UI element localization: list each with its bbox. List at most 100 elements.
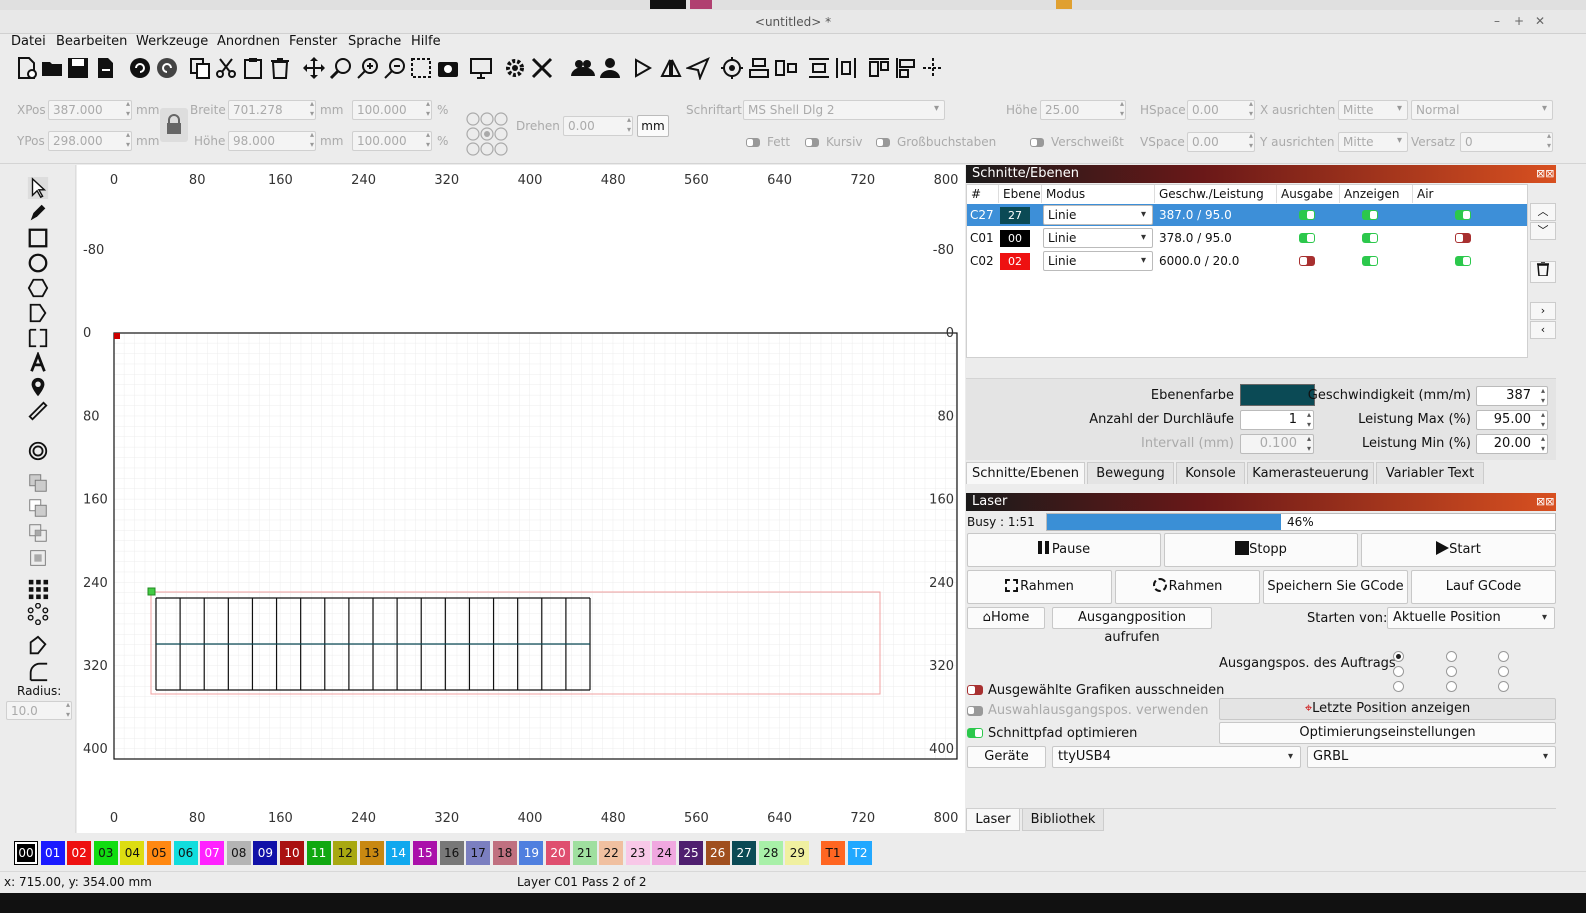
palette-swatch-21[interactable]: 21 xyxy=(572,841,597,865)
menu-werkzeuge[interactable]: Werkzeuge xyxy=(136,34,208,49)
palette-swatch-29[interactable]: 29 xyxy=(785,841,810,865)
ruler-icon[interactable] xyxy=(26,400,50,422)
tab-schnitte-ebenen[interactable]: Schnitte/Ebenen xyxy=(966,462,1085,484)
optimization-settings-button[interactable]: Optimierungseinstellungen xyxy=(1219,722,1556,744)
hexagon-icon[interactable] xyxy=(26,277,50,299)
palette-swatch-02[interactable]: 02 xyxy=(67,841,92,865)
tab-laser[interactable]: Laser xyxy=(966,809,1020,831)
rahmen-button[interactable]: Rahmen xyxy=(967,570,1112,604)
crosshair-icon[interactable] xyxy=(921,56,945,80)
align-center-icon[interactable] xyxy=(747,56,771,80)
fett-toggle[interactable] xyxy=(746,138,760,147)
layer-show-toggle[interactable] xyxy=(1362,210,1378,220)
tab-kamerasteuerung[interactable]: Kamerasteuerung xyxy=(1247,462,1374,484)
boolean-union-icon[interactable] xyxy=(26,472,50,494)
new-file-icon[interactable] xyxy=(14,56,38,80)
layer-color-badge[interactable]: 00 xyxy=(1000,230,1030,247)
tools-icon[interactable] xyxy=(530,56,554,80)
lmin-input[interactable]: 20.00 xyxy=(1476,434,1548,454)
camera-icon[interactable] xyxy=(436,56,460,80)
frame-icon[interactable] xyxy=(26,327,50,349)
text-tool-icon[interactable] xyxy=(26,352,50,374)
stopp-button[interactable]: Stopp xyxy=(1164,533,1358,567)
panel-float-close-icon[interactable]: ⊠⊠ xyxy=(1536,167,1554,180)
boolean-xor-icon[interactable] xyxy=(26,547,50,569)
polygon-icon[interactable] xyxy=(26,302,50,324)
durchlaeufe-input[interactable]: 1 xyxy=(1240,410,1314,430)
origin-radio-mr[interactable] xyxy=(1498,666,1509,677)
palette-swatch-22[interactable]: 22 xyxy=(599,841,624,865)
layer-down-button[interactable]: ﹀ xyxy=(1530,222,1556,240)
mirror-vertical-icon[interactable] xyxy=(659,56,683,80)
intervall-input[interactable]: 0.100 xyxy=(1240,434,1314,454)
palette-swatch-08[interactable]: 08 xyxy=(226,841,251,865)
tab-bewegung[interactable]: Bewegung xyxy=(1087,462,1174,484)
hspace-input[interactable]: 0.00 xyxy=(1187,99,1255,120)
origin-radio-tc[interactable] xyxy=(1446,651,1457,662)
open-folder-icon[interactable] xyxy=(40,56,64,80)
redo-icon[interactable] xyxy=(155,56,179,80)
menu-bearbeiten[interactable]: Bearbeiten xyxy=(56,34,127,49)
layer-output-toggle[interactable] xyxy=(1299,233,1315,243)
radius-input[interactable]: 10.0 xyxy=(6,700,72,720)
palette-swatch-11[interactable]: 11 xyxy=(306,841,331,865)
palette-swatch-26[interactable]: 26 xyxy=(705,841,730,865)
palette-swatch-07[interactable]: 07 xyxy=(200,841,225,865)
palette-swatch-01[interactable]: 01 xyxy=(40,841,65,865)
corner-radius-icon[interactable] xyxy=(26,660,50,682)
layer-delete-button[interactable] xyxy=(1530,261,1556,283)
palette-swatch-25[interactable]: 25 xyxy=(679,841,703,865)
palette-swatch-23[interactable]: 23 xyxy=(625,841,650,865)
menu-fenster[interactable]: Fenster xyxy=(289,34,337,49)
users-icon[interactable] xyxy=(571,56,595,80)
boolean-diff-icon[interactable] xyxy=(26,497,50,519)
layer-mode-combo[interactable]: Linie xyxy=(1043,228,1153,248)
origin-radio-mc[interactable] xyxy=(1446,666,1457,677)
node-edit-icon[interactable] xyxy=(26,635,50,657)
origin-radio-br[interactable] xyxy=(1498,681,1509,692)
settings-gear-icon[interactable] xyxy=(503,56,527,80)
target-icon[interactable] xyxy=(720,56,744,80)
boolean-intersect-icon[interactable] xyxy=(26,522,50,544)
tab-konsole[interactable]: Konsole xyxy=(1176,462,1245,484)
palette-swatch-20[interactable]: 20 xyxy=(546,841,570,865)
scale-x-input[interactable]: 100.000 xyxy=(352,99,432,120)
monitor-icon[interactable] xyxy=(469,56,493,80)
layer-show-toggle[interactable] xyxy=(1362,233,1378,243)
palette-swatch-16[interactable]: 16 xyxy=(439,841,464,865)
last-position-button[interactable]: ⌖Letzte Position anzeigen xyxy=(1219,698,1556,720)
anchor-grid-icon[interactable] xyxy=(464,110,510,158)
layer-color-badge[interactable]: 27 xyxy=(1000,207,1030,224)
go-origin-button[interactable]: Ausgangposition aufrufen xyxy=(1052,607,1212,645)
tab-variabler-text[interactable]: Variabler Text xyxy=(1376,462,1484,484)
distribute-vertical-icon[interactable] xyxy=(834,56,858,80)
gross-toggle[interactable] xyxy=(876,138,890,147)
optimize-toggle[interactable] xyxy=(967,728,983,738)
palette-swatch-00[interactable]: 00 xyxy=(14,841,38,865)
layer-expand-button[interactable]: › xyxy=(1530,302,1556,320)
run-gcode-button[interactable]: Lauf GCode xyxy=(1411,570,1556,604)
palette-swatch-17[interactable]: 17 xyxy=(466,841,491,865)
mirror-horizontal-icon[interactable] xyxy=(632,56,656,80)
cut-selected-toggle[interactable] xyxy=(967,685,983,695)
layer-up-button[interactable]: ︿ xyxy=(1530,203,1556,221)
layer-show-toggle[interactable] xyxy=(1362,256,1378,266)
align-middle-icon[interactable] xyxy=(774,56,798,80)
user-icon[interactable] xyxy=(598,56,622,80)
start-button[interactable]: Start xyxy=(1361,533,1556,567)
align-top-icon[interactable] xyxy=(867,56,891,80)
origin-radio-bc[interactable] xyxy=(1446,681,1457,692)
export-icon[interactable] xyxy=(93,56,117,80)
palette-swatch-27[interactable]: 27 xyxy=(732,841,757,865)
versatz-input[interactable]: 0 xyxy=(1460,131,1553,152)
layer-color-swatch[interactable] xyxy=(1240,384,1315,406)
copy-icon[interactable] xyxy=(188,56,212,80)
layer-air-toggle[interactable] xyxy=(1455,210,1471,220)
layer-output-toggle[interactable] xyxy=(1299,210,1315,220)
palette-swatch-24[interactable]: 24 xyxy=(652,841,677,865)
save-icon[interactable] xyxy=(66,56,90,80)
hoehe-input[interactable]: 98.000 xyxy=(228,130,316,151)
maximize-icon[interactable]: + xyxy=(1514,14,1524,28)
geschw-input[interactable]: 387 xyxy=(1476,386,1548,406)
firmware-combo[interactable]: GRBL xyxy=(1307,746,1556,768)
